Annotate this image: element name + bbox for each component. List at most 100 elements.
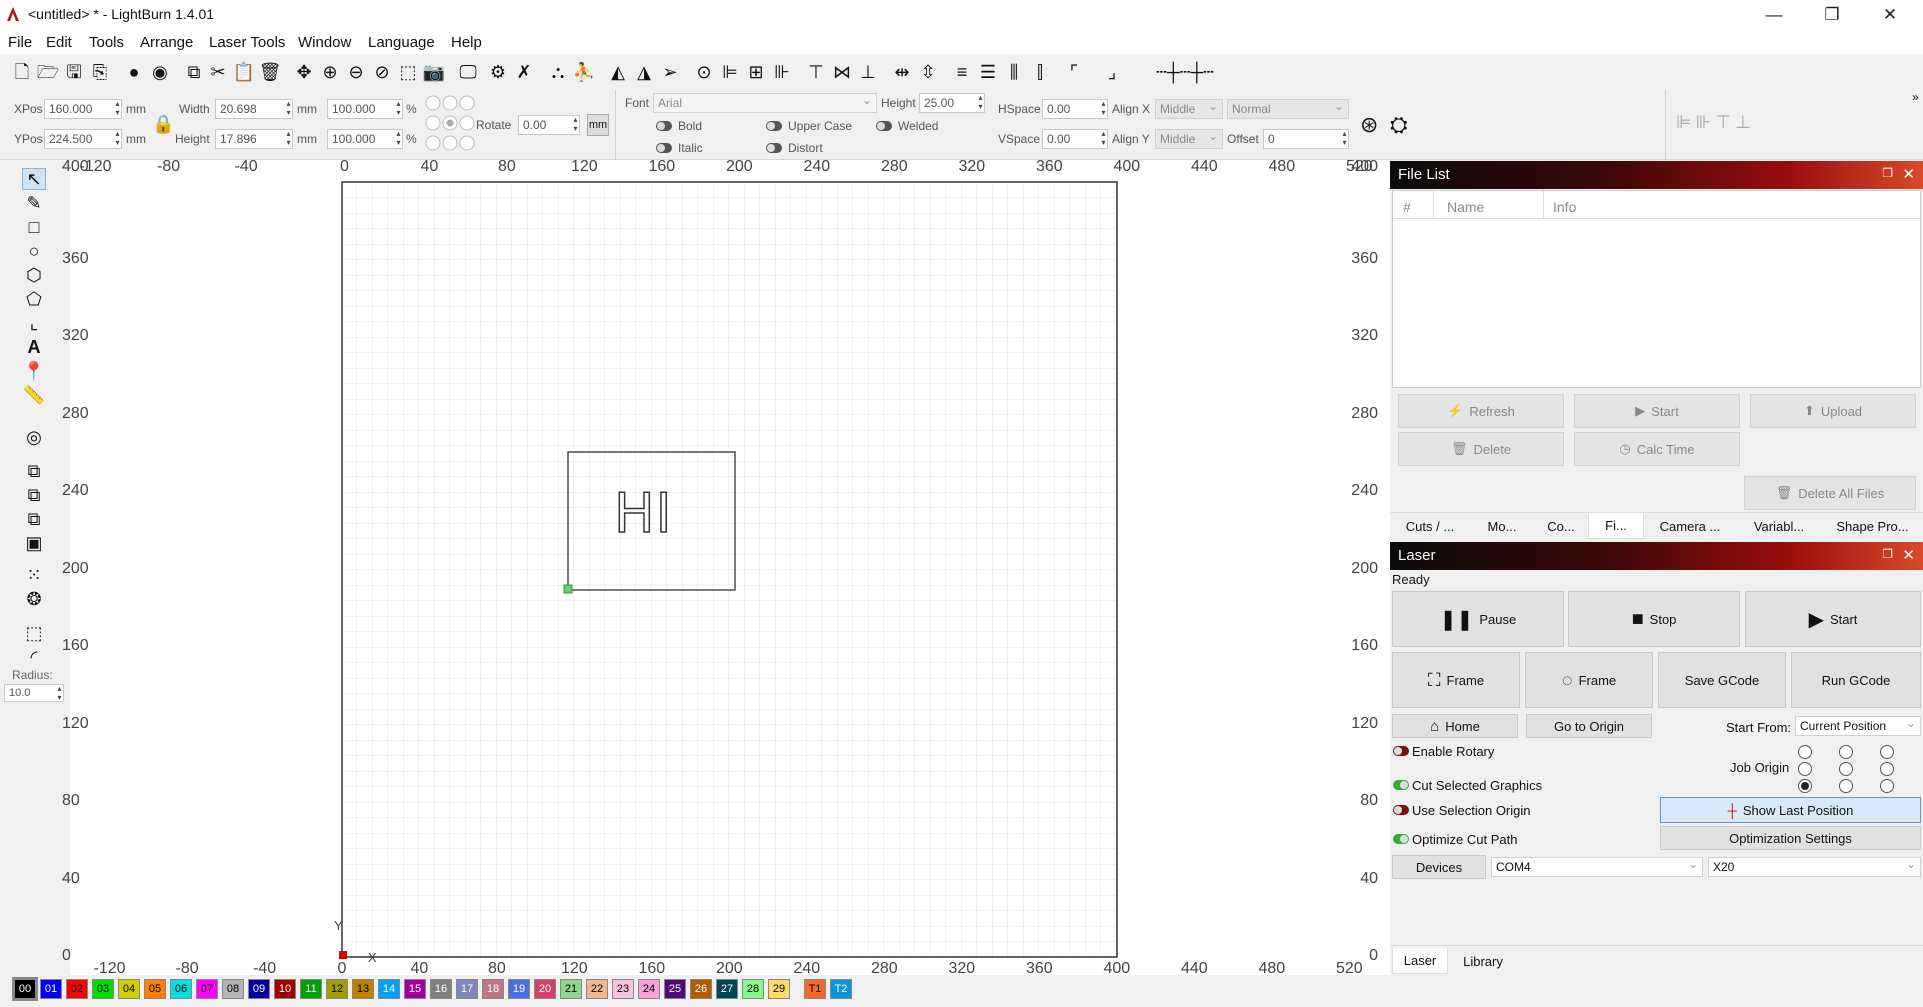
palette-swatch[interactable]: 21	[560, 979, 582, 999]
radius-input[interactable]: 10.0	[4, 684, 64, 702]
origin-radio-mr[interactable]	[1880, 762, 1894, 776]
palette-swatch[interactable]: 20	[534, 979, 556, 999]
ungroup-icon[interactable]: ⛹	[572, 60, 596, 84]
tab-variables[interactable]: Variabl...	[1736, 513, 1822, 539]
scale-width-input[interactable]: 100.000	[327, 99, 403, 119]
palette-swatch[interactable]: 05	[144, 979, 166, 999]
import-icon[interactable]: ●	[122, 60, 146, 84]
palette-swatch[interactable]: 25	[664, 979, 686, 999]
device-select[interactable]: X20	[1708, 857, 1921, 877]
origin-radio-br[interactable]	[1880, 779, 1894, 793]
text-tool-icon[interactable]: A	[22, 336, 46, 358]
offset-input[interactable]: 0	[1263, 129, 1349, 149]
go-to-origin-button[interactable]: Go to Origin	[1526, 714, 1652, 738]
shape-tool-icon[interactable]: ⬠	[22, 288, 46, 310]
scale-height-input[interactable]: 100.000	[327, 129, 403, 149]
rotate-input[interactable]: 0.00	[518, 115, 580, 135]
origin-radio-tc[interactable]	[1839, 745, 1853, 759]
close-button[interactable]: ✕	[1861, 0, 1919, 30]
cut-icon[interactable]: ✂	[206, 60, 230, 84]
palette-swatch[interactable]: 26	[690, 979, 712, 999]
trace-tool-icon[interactable]: ◎	[22, 426, 46, 448]
overflow-chevron-icon[interactable]: »	[1912, 90, 1919, 104]
send-icon[interactable]: ➢	[658, 60, 682, 84]
paste-icon[interactable]: 📋	[232, 60, 256, 84]
italic-toggle[interactable]	[656, 143, 672, 153]
rectangle-tool-icon[interactable]: □	[22, 216, 46, 238]
enable-rotary-toggle[interactable]	[1393, 746, 1409, 756]
xpos-input[interactable]: 160.000	[44, 99, 122, 119]
arrange-icons[interactable]: ⊫⊪⊤⊥	[1676, 112, 1755, 133]
calc-time-button[interactable]: ◷ Calc Time	[1574, 432, 1740, 466]
tab-laser[interactable]: Laser	[1392, 948, 1448, 974]
start-from-select[interactable]: Current Position	[1795, 716, 1921, 736]
tab-library[interactable]: Library	[1450, 948, 1516, 974]
palette-swatch[interactable]: 09	[248, 979, 270, 999]
align-bottom-icon[interactable]: ⊥	[856, 60, 880, 84]
origin-radio-ml[interactable]	[1798, 762, 1812, 776]
menu-file[interactable]: File	[8, 34, 32, 51]
file-list-table[interactable]: # Name Info	[1392, 190, 1921, 388]
palette-swatch[interactable]: 23	[612, 979, 634, 999]
palette-swatch[interactable]: 08	[222, 979, 244, 999]
tab-move[interactable]: Mo...	[1470, 513, 1534, 539]
ypos-input[interactable]: 224.500	[44, 129, 122, 149]
menu-language[interactable]: Language	[368, 34, 435, 51]
origin-handle[interactable]	[563, 584, 573, 594]
corner-radius-icon[interactable]: ◜	[22, 646, 46, 668]
new-file-icon[interactable]: 🗋	[10, 60, 34, 84]
origin-radio-tl[interactable]	[1798, 745, 1812, 759]
menu-laser-tools[interactable]: Laser Tools	[209, 34, 285, 51]
zoom-selection-icon[interactable]: ⬚	[396, 60, 420, 84]
restore-icon[interactable]: ❐	[1882, 547, 1893, 561]
ellipse-tool-icon[interactable]: ○	[22, 240, 46, 262]
palette-swatch[interactable]: 22	[586, 979, 608, 999]
tab-file-list[interactable]: Fi...	[1588, 513, 1644, 539]
rotate-icon[interactable]: ⊙	[692, 60, 716, 84]
optimization-settings-button[interactable]: Optimization Settings	[1660, 826, 1921, 850]
close-icon[interactable]: ✕	[1902, 546, 1915, 564]
palette-swatch[interactable]: 14	[378, 979, 400, 999]
close-icon[interactable]: ✕	[1902, 165, 1915, 183]
corner-tl-icon[interactable]: ⌜	[1062, 60, 1086, 84]
restore-icon[interactable]: ❐	[1882, 166, 1893, 180]
center-2-icon[interactable]: ⫿	[1028, 60, 1052, 84]
welded-toggle[interactable]	[876, 121, 892, 131]
align-x-select[interactable]: Middle	[1155, 99, 1223, 119]
zoom-out-icon[interactable]: ⊖	[344, 60, 368, 84]
height-input[interactable]: 17.896	[215, 129, 293, 149]
pen-tool-icon[interactable]: ✎	[22, 192, 46, 214]
palette-swatch[interactable]: 11	[300, 979, 322, 999]
boolean-union-icon[interactable]: ⧉	[22, 460, 46, 482]
origin-radio-bl[interactable]	[1798, 779, 1812, 793]
home-button[interactable]: ⌂ Home	[1392, 714, 1518, 738]
delete-all-button[interactable]: 🗑 Delete All Files	[1744, 476, 1916, 510]
settings-icon[interactable]: ⚙	[486, 60, 510, 84]
origin-radio-mc[interactable]	[1839, 762, 1853, 776]
distribute-v-icon[interactable]: ⇳	[916, 60, 940, 84]
menu-help[interactable]: Help	[451, 34, 482, 51]
preview-icon[interactable]: ⊛	[1360, 112, 1378, 138]
mirror-v-icon[interactable]: ◮	[632, 60, 656, 84]
style-select[interactable]: Normal	[1227, 99, 1349, 119]
zoom-in-icon[interactable]: ⊕	[318, 60, 342, 84]
menu-window[interactable]: Window	[298, 34, 351, 51]
weld-icon[interactable]: ▣	[22, 532, 46, 554]
palette-swatch[interactable]: 01	[40, 979, 62, 999]
palette-swatch[interactable]: 07	[196, 979, 218, 999]
group-icon[interactable]: ⛬	[546, 60, 570, 84]
monitor-icon[interactable]: 🖵	[456, 60, 480, 84]
upper-case-toggle[interactable]	[766, 121, 782, 131]
export-2-icon[interactable]: ◉	[148, 60, 172, 84]
tab-console[interactable]: Co...	[1534, 513, 1588, 539]
show-last-position-button[interactable]: ┼ Show Last Position	[1660, 797, 1921, 823]
position-tool-icon[interactable]: 📍	[22, 360, 46, 382]
palette-swatch[interactable]: T1	[804, 979, 826, 999]
save-icon[interactable]: 🖫	[62, 60, 86, 84]
palette-swatch[interactable]: 12	[326, 979, 348, 999]
align-middle-icon[interactable]: ⋈	[830, 60, 854, 84]
align-left-icon[interactable]: ⊫	[718, 60, 742, 84]
text-height-input[interactable]: 25.00	[919, 93, 985, 113]
palette-swatch[interactable]: 29	[768, 979, 790, 999]
offset-tool-icon[interactable]: ⌞	[22, 312, 46, 334]
